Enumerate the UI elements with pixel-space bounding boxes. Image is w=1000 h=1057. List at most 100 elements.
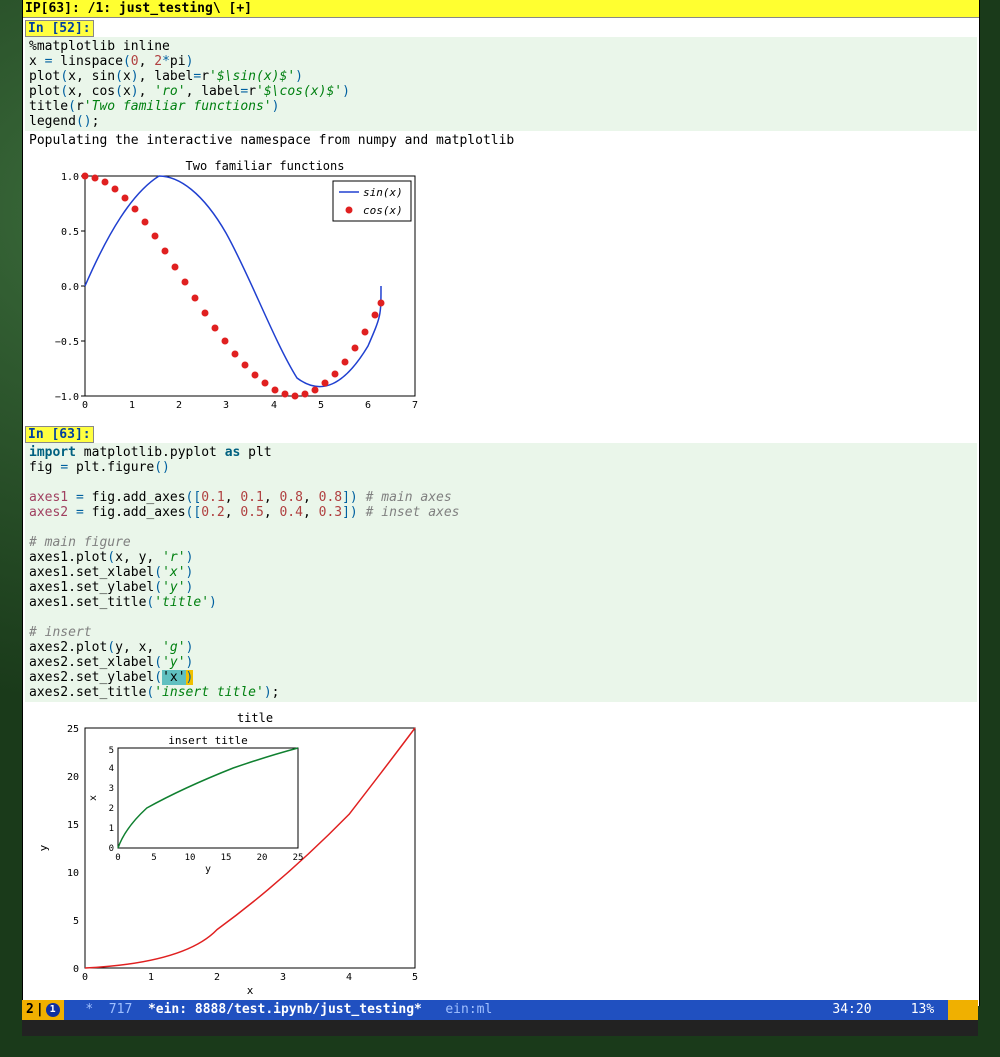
t: axes1.plot	[29, 550, 107, 565]
svg-text:5: 5	[318, 400, 324, 411]
svg-text:4: 4	[346, 972, 352, 983]
t: fig.add_axes	[84, 490, 186, 505]
t: )	[186, 550, 194, 565]
svg-text:10: 10	[185, 853, 196, 863]
t: '$\cos(x)$'	[256, 84, 342, 99]
t: , sin	[76, 69, 115, 84]
modeline-tabs[interactable]: 2|1	[22, 1000, 64, 1020]
modeline-tab-2[interactable]: 2	[26, 1000, 34, 1020]
modeline-position: 34:20 13%	[826, 1000, 948, 1020]
modeline-buffer-name[interactable]: *ein: 8888/test.ipynb/just_testing*	[148, 1002, 422, 1017]
t: )	[186, 655, 194, 670]
modeline-tab-1[interactable]: 1	[46, 1003, 60, 1017]
t: plt.figure	[68, 460, 154, 475]
t: =	[240, 84, 248, 99]
modeline-major-mode: ein:ml	[445, 1002, 492, 1017]
svg-text:2: 2	[214, 972, 220, 983]
cell-output-text: Populating the interactive namespace fro…	[25, 131, 977, 150]
t: 0.5	[240, 505, 263, 520]
t: ,	[264, 490, 280, 505]
t: x	[123, 69, 131, 84]
t: 'g'	[162, 640, 185, 655]
t: 2	[154, 54, 162, 69]
t: ,	[139, 54, 155, 69]
svg-text:5: 5	[412, 972, 418, 983]
t: *	[162, 54, 170, 69]
t: , cos	[76, 84, 115, 99]
t: ,	[303, 490, 319, 505]
t: 'insert title'	[154, 685, 264, 700]
t: )	[264, 685, 272, 700]
t: 0	[131, 54, 139, 69]
t: =	[76, 490, 84, 505]
t: 'title'	[154, 595, 209, 610]
minibuffer[interactable]	[22, 1020, 978, 1036]
cell-1: In [52]: %matplotlib inline x = linspace…	[23, 18, 979, 420]
t: (	[107, 550, 115, 565]
t: ;	[272, 685, 280, 700]
t: axes1.set_ylabel	[29, 580, 154, 595]
svg-text:−0.5: −0.5	[55, 337, 79, 348]
svg-text:3: 3	[280, 972, 286, 983]
modeline-line: 717	[109, 1002, 132, 1017]
t: (	[115, 84, 123, 99]
t: 'y'	[162, 655, 185, 670]
t: pi	[170, 54, 186, 69]
modeline-cursor-pos: 34:20	[832, 1002, 871, 1017]
t: linspace	[52, 54, 122, 69]
t: # inset axes	[358, 505, 460, 520]
t: r	[248, 84, 256, 99]
t: '$\sin(x)$'	[209, 69, 295, 84]
t: fig	[29, 460, 60, 475]
t: ,	[303, 505, 319, 520]
t: (	[60, 69, 68, 84]
t: # main axes	[358, 490, 452, 505]
t: 0.8	[279, 490, 302, 505]
chart2-inset: insert title 012345 0510152025 y x	[88, 734, 303, 875]
t: 0.4	[279, 505, 302, 520]
svg-text:3: 3	[223, 400, 229, 411]
t: axes1.set_xlabel	[29, 565, 154, 580]
t: , y,	[123, 550, 162, 565]
modeline[interactable]: 2|1 * 717 *ein: 8888/test.ipynb/just_tes…	[22, 1000, 978, 1020]
chart1-yticks: −1.0 −0.5 0.0 0.5 1.0	[55, 172, 85, 403]
chart1-xticks: 01234567	[82, 400, 418, 411]
svg-text:0: 0	[82, 972, 88, 983]
code-cell-63[interactable]: import matplotlib.pyplot as plt fig = pl…	[25, 443, 977, 702]
t: matplotlib.pyplot	[76, 445, 225, 460]
svg-text:4: 4	[109, 764, 114, 774]
cell-2: In [63]: import matplotlib.pyplot as plt…	[23, 424, 979, 1002]
t: 'r'	[162, 550, 185, 565]
svg-text:5: 5	[73, 916, 79, 927]
t: ,	[225, 490, 241, 505]
inset-title: insert title	[168, 734, 247, 747]
t: )	[131, 69, 139, 84]
t: ,	[225, 505, 241, 520]
t: 0.3	[319, 505, 342, 520]
t: 0.1	[240, 490, 263, 505]
t: import	[29, 445, 76, 460]
emacs-window: IP[63]: /1: just_testing\ [+] In [52]: %…	[22, 0, 980, 1006]
t: ()	[76, 114, 92, 129]
t: (	[123, 54, 131, 69]
t: , label	[186, 84, 241, 99]
t: x	[115, 550, 123, 565]
inset-ylabel: x	[88, 795, 99, 801]
svg-text:25: 25	[293, 853, 304, 863]
t: 0.8	[319, 490, 342, 505]
tab-bar[interactable]: IP[63]: /1: just_testing\ [+]	[23, 0, 979, 18]
svg-text:15: 15	[221, 853, 232, 863]
t: # insert	[29, 625, 92, 640]
svg-text:2: 2	[109, 804, 114, 814]
t: fig.add_axes	[84, 505, 186, 520]
code-cell-52[interactable]: %matplotlib inline x = linspace(0, 2*pi)…	[25, 37, 977, 131]
svg-text:25: 25	[67, 724, 79, 735]
modeline-end-cap	[948, 1000, 978, 1020]
svg-text:0.0: 0.0	[61, 282, 79, 293]
modeline-center: * 717 *ein: 8888/test.ipynb/just_testing…	[64, 1000, 827, 1020]
svg-text:15: 15	[67, 820, 79, 831]
t: # main figure	[29, 535, 131, 550]
t: (	[68, 99, 76, 114]
t: axes1.set_title	[29, 595, 146, 610]
t: (	[60, 84, 68, 99]
